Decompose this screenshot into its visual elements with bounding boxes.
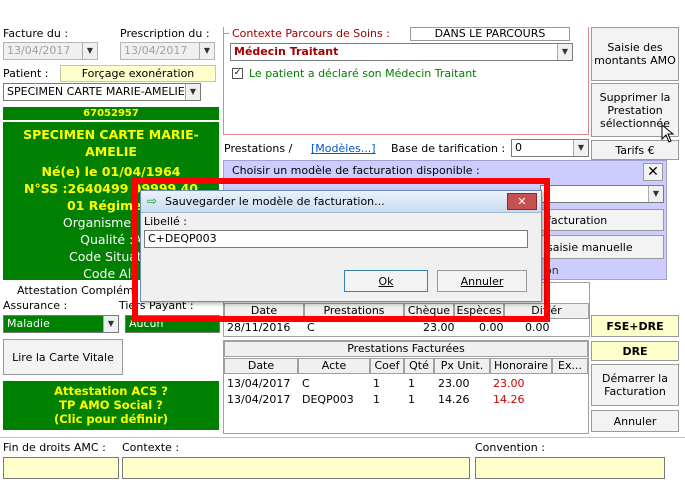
annuler-button[interactable]: Annuler — [591, 410, 679, 432]
dialog-annuler-button[interactable]: Annuler — [437, 270, 527, 292]
assurance-select[interactable]: Maladie ▼ — [3, 315, 119, 333]
ok-button[interactable]: Ok — [344, 270, 428, 292]
libelle-input[interactable]: C+DEQP003 — [144, 230, 528, 248]
ok-button-label: Ok — [378, 274, 394, 288]
model-panel-title: Choisir un modèle de facturation disponi… — [232, 164, 480, 177]
billed-cell-date: 13/04/2017 — [227, 393, 291, 406]
fin-droits-label: Fin de droits AMC : — [3, 441, 106, 454]
billed-cell-coef: 1 — [373, 377, 380, 390]
chevron-down-icon[interactable]: ▼ — [82, 43, 97, 59]
billed-cell-honoraire: 14.26 — [493, 393, 525, 406]
acs-line-2: TP AMO Social ? — [59, 398, 163, 412]
history-cell-especes: 0.00 — [479, 321, 504, 334]
chevron-down-icon[interactable]: ▼ — [103, 316, 118, 332]
assurance-value: Maladie — [7, 317, 50, 330]
billed-cell-acte: C — [302, 377, 310, 390]
base-tarification-select[interactable]: 0 ▼ — [511, 139, 589, 157]
billed-col-coef[interactable]: Coef — [370, 358, 404, 374]
billed-cell-qte: 1 — [408, 393, 415, 406]
attestation-label: Attestation Complém — [17, 284, 134, 297]
model-select[interactable]: ▼ — [540, 185, 664, 203]
chevron-down-icon[interactable]: ▼ — [557, 44, 572, 60]
arrow-right-icon: ⇨ — [147, 194, 158, 208]
fse-dre-button[interactable]: FSE+DRE — [591, 315, 679, 337]
chevron-down-icon[interactable]: ▼ — [573, 140, 588, 156]
billed-cell-honoraire: 23.00 — [493, 377, 525, 390]
saisie-manuelle-button[interactable]: saisie manuelle — [540, 235, 664, 259]
patient-select-value: SPECIMEN CARTE MARIE-AMELIE — [7, 85, 185, 98]
forcage-exoneration-button[interactable]: Forçage exonération — [60, 65, 216, 82]
parcours-border-left — [223, 33, 229, 34]
dialog-annuler-label: Annuler — [460, 274, 504, 288]
history-cell-prestation: C — [307, 321, 315, 334]
patient-label: Patient : — [3, 67, 49, 80]
billed-cell-px-unit: 23.00 — [438, 377, 470, 390]
close-icon[interactable]: ✕ — [643, 163, 663, 181]
billed-table-title: Prestations Facturées — [224, 341, 588, 357]
prescription-date-field[interactable]: 13/04/2017 ▼ — [120, 42, 215, 60]
medecin-select[interactable]: Médecin Traitant ▼ — [230, 43, 573, 61]
chevron-down-icon[interactable]: ▼ — [648, 186, 663, 202]
footer-divider — [0, 437, 685, 438]
acs-panel[interactable]: Attestation ACS ? TP AMO Social ? (Clic … — [3, 381, 219, 430]
dre-button[interactable]: DRE — [591, 341, 679, 361]
chevron-down-icon[interactable]: ▼ — [185, 84, 200, 100]
patient-select[interactable]: SPECIMEN CARTE MARIE-AMELIE ▼ — [3, 83, 201, 101]
billed-col-honoraire[interactable]: Honoraire — [490, 358, 552, 374]
facture-date-value: 13/04/2017 — [7, 44, 71, 57]
billed-col-date[interactable]: Date — [224, 358, 298, 374]
assurance-label: Assurance : — [3, 299, 68, 312]
modeles-link[interactable]: [Modèles...] — [311, 142, 376, 155]
prescription-label: Prescription du : — [120, 27, 210, 40]
patient-card-name: SPECIMEN CARTE MARIE-AMELIE — [23, 127, 199, 159]
billed-cell-date: 13/04/2017 — [227, 377, 291, 390]
contexte-label: Contexte : — [122, 441, 180, 454]
parcours-title: Contexte Parcours de Soins : — [232, 27, 390, 40]
convention-label: Convention : — [475, 441, 545, 454]
facturation-button[interactable]: facturation — [540, 209, 664, 231]
billed-cell-coef: 1 — [373, 393, 380, 406]
prescription-date-value: 13/04/2017 — [124, 44, 188, 57]
acs-line-1: Attestation ACS ? — [54, 384, 168, 398]
billed-cell-acte: DEQP003 — [302, 393, 354, 406]
convention-field[interactable] — [475, 457, 665, 479]
save-model-dialog: ⇨ Sauvegarder le modèle de facturation..… — [140, 190, 542, 302]
acs-line-3: (Clic pour définir) — [53, 412, 168, 426]
billed-cell-px-unit: 14.26 — [438, 393, 470, 406]
parcours-status: DANS LE PARCOURS — [410, 27, 570, 41]
history-cell-differe: 0.00 — [525, 321, 550, 334]
declared-label: Le patient a déclaré son Médecin Traitan… — [249, 67, 477, 80]
declared-checkbox[interactable]: ✓ — [232, 68, 243, 79]
prestations-label: Prestations / — [224, 142, 293, 155]
saisie-montants-amo-button[interactable]: Saisie des montants AMO — [591, 27, 679, 81]
billed-col-acte[interactable]: Acte — [298, 358, 370, 374]
billed-col-px-unit[interactable]: Px Unit. — [434, 358, 490, 374]
dialog-close-icon[interactable]: ✕ — [507, 193, 537, 210]
history-cell-cheque: 23.00 — [423, 321, 455, 334]
billed-col-ex[interactable]: Ex... — [552, 358, 588, 374]
chevron-down-icon[interactable]: ▼ — [199, 43, 214, 59]
fin-droits-field[interactable] — [3, 457, 119, 479]
patient-id: 67052957 — [3, 107, 219, 121]
billed-col-qte[interactable]: Qté — [404, 358, 434, 374]
medecin-value: Médecin Traitant — [234, 45, 339, 58]
base-tarification-value: 0 — [515, 141, 522, 154]
billed-cell-qte: 1 — [408, 377, 415, 390]
lire-carte-vitale-button[interactable]: Lire la Carte Vitale — [3, 339, 123, 375]
base-tarification-label: Base de tarification : — [391, 142, 506, 155]
mouse-cursor-icon — [661, 124, 675, 143]
facture-label: Facture du : — [3, 27, 69, 40]
history-cell-date: 28/11/2016 — [227, 321, 291, 334]
facture-date-field[interactable]: 13/04/2017 ▼ — [3, 42, 98, 60]
contexte-field[interactable] — [122, 457, 470, 479]
dialog-title: Sauvegarder le modèle de facturation... — [165, 195, 385, 208]
demarrer-facturation-button[interactable]: Démarrer la Facturation — [591, 364, 679, 406]
libelle-label: Libellé : — [144, 215, 188, 228]
